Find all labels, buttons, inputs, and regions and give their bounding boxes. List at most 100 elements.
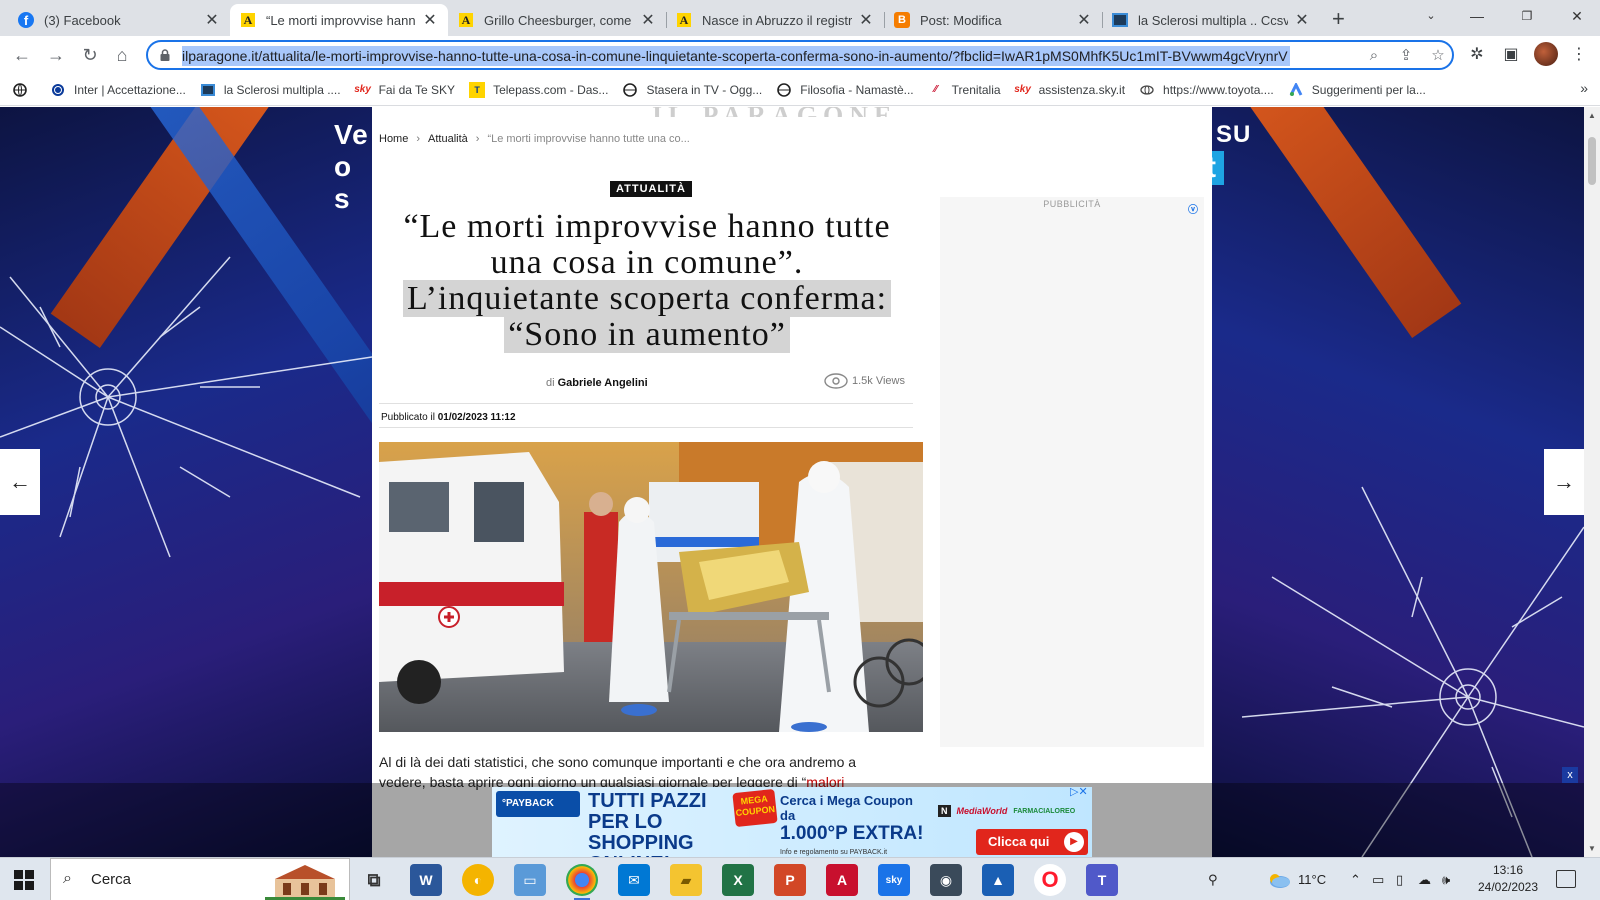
tab-post-modifica[interactable]: B Post: Modifica ✕ <box>884 4 1103 36</box>
teams-icon[interactable]: T <box>1086 864 1118 896</box>
photos-icon[interactable]: ◐ <box>462 864 494 896</box>
lock-icon[interactable] <box>158 48 172 62</box>
tab-le-morti-improvvise[interactable]: A “Le morti improvvise hanno ✕ <box>230 4 448 36</box>
forward-icon[interactable]: → <box>44 44 68 68</box>
breadcrumb-section[interactable]: Attualità <box>428 133 468 145</box>
bookmark-star-icon[interactable]: ☆ <box>1428 46 1448 66</box>
ilparagone-icon: A <box>458 12 474 28</box>
bookmark-suggerimenti[interactable]: Suggerimenti per la... <box>1288 82 1426 98</box>
close-icon[interactable]: ✕ <box>640 10 656 30</box>
acrobat-icon[interactable]: A <box>826 864 858 896</box>
url-text[interactable]: ilparagone.it/attualita/le-morti-improvv… <box>182 46 1290 66</box>
tab-search-chevron-icon[interactable]: ⌄ <box>1408 0 1454 32</box>
home-icon[interactable]: ⌂ <box>110 44 134 68</box>
people-icon[interactable]: ⚲ <box>1208 858 1218 900</box>
author-name[interactable]: Gabriele Angelini <box>558 377 648 389</box>
battery-icon[interactable]: ▭ <box>1372 858 1384 900</box>
show-hidden-icons-icon[interactable]: ⌃ <box>1350 858 1361 900</box>
network-icon[interactable]: ☁ <box>1418 858 1431 900</box>
close-icon[interactable]: ✕ <box>858 10 874 30</box>
close-ad-button[interactable]: x <box>1562 767 1578 783</box>
ad-choices-icon[interactable]: ⓥ <box>1188 201 1198 216</box>
volume-icon[interactable]: 🕪 <box>1442 858 1450 900</box>
opera-icon[interactable]: O <box>1034 864 1066 896</box>
back-icon[interactable]: ← <box>10 44 34 68</box>
more-bookmarks-icon[interactable]: » <box>1580 80 1588 96</box>
windows-start-icon[interactable] <box>14 870 34 890</box>
camera-icon[interactable]: ◉ <box>930 864 962 896</box>
system-clock[interactable]: 13:16 24/02/2023 <box>1470 862 1546 896</box>
word-icon[interactable]: W <box>410 864 442 896</box>
avatar[interactable] <box>1534 42 1558 66</box>
site-logo[interactable]: IL PARAGONE <box>652 107 912 117</box>
task-view-icon[interactable]: ⧉ <box>358 864 390 896</box>
prev-article-arrow-icon[interactable]: ← <box>0 449 40 515</box>
tab-sclerosi-multipla[interactable]: la Sclerosi multipla .. Ccsvi ✕ <box>1102 4 1320 36</box>
tab-nasce-in-abruzzo[interactable]: A Nasce in Abruzzo il registro ✕ <box>666 4 885 36</box>
new-tab-button[interactable]: + <box>1332 6 1345 32</box>
excel-icon[interactable]: X <box>722 864 754 896</box>
scrollbar-thumb[interactable] <box>1588 137 1596 185</box>
sidebar-ad[interactable]: PUBBLICITÀ ⓥ <box>940 197 1204 747</box>
taskbar-search[interactable]: ⌕ Cerca <box>50 858 350 900</box>
restore-button[interactable]: ❐ <box>1504 0 1550 32</box>
bookmark-label: assistenza.sky.it <box>1038 82 1126 97</box>
devices-icon[interactable]: ▯ <box>1396 858 1403 900</box>
page-scrollbar[interactable]: ▲ ▼ <box>1584 107 1600 857</box>
scroll-down-icon[interactable]: ▼ <box>1584 844 1600 853</box>
close-icon[interactable]: ✕ <box>1294 10 1310 30</box>
ad-fineprint: Info e regolamento su PAYBACK.it <box>780 849 888 856</box>
search-icon: ⌕ <box>63 870 72 887</box>
bookmark-globe[interactable] <box>12 82 36 98</box>
close-icon[interactable]: ✕ <box>422 10 438 30</box>
extensions-icon[interactable]: ✲ <box>1466 44 1488 66</box>
background-ad-right[interactable]: U SU t <box>1212 107 1584 857</box>
background-ad-left[interactable]: Ve o s <box>0 107 372 857</box>
bookmark-fai-da-te-sky[interactable]: sky Fai da Te SKY <box>354 82 455 98</box>
close-window-button[interactable]: ✕ <box>1554 0 1600 32</box>
breadcrumb-home[interactable]: Home <box>379 133 408 145</box>
computer-icon[interactable]: ▭ <box>514 864 546 896</box>
scroll-up-icon[interactable]: ▲ <box>1584 111 1600 120</box>
menu-kebab-icon[interactable]: ⋮ <box>1568 44 1590 66</box>
tab-facebook[interactable]: f (3) Facebook ✕ <box>8 4 231 36</box>
ad-cta-button[interactable]: Clicca qui ▶ <box>976 829 1088 855</box>
sky-go-icon[interactable]: sky <box>878 864 910 896</box>
bookmark-telepass[interactable]: T Telepass.com - Das... <box>469 81 608 98</box>
tab-grillo-cheesburger[interactable]: A Grillo Cheesburger, come ri ✕ <box>448 4 667 36</box>
mail-icon[interactable]: ✉ <box>618 864 650 896</box>
bookmark-sclerosi[interactable]: la Sclerosi multipla .... <box>200 82 341 98</box>
tab-title: (3) Facebook <box>44 12 121 28</box>
bookmark-filosofia[interactable]: Filosofia - Namastè... <box>776 82 914 98</box>
bookmark-inter[interactable]: Inter | Accettazione... <box>50 82 186 98</box>
close-icon[interactable]: ✕ <box>1076 10 1092 30</box>
mega-coupon-badge: MEGA COUPON <box>732 788 778 828</box>
address-bar[interactable]: ilparagone.it/attualita/le-morti-improvv… <box>146 40 1454 70</box>
file-explorer-icon[interactable]: ▰ <box>670 864 702 896</box>
close-icon[interactable]: ✕ <box>204 10 220 30</box>
zoom-icon[interactable]: ⌕ <box>1364 46 1384 66</box>
bookmark-toyota[interactable]: https://www.toyota.... <box>1139 82 1274 98</box>
trenitalia-icon: ⁄⁄ <box>933 84 938 95</box>
scanner-icon[interactable]: ▲ <box>982 864 1014 896</box>
tab-strip: f (3) Facebook ✕ A “Le morti improvvise … <box>0 0 1600 36</box>
ad-choices-close-icon[interactable]: ▷✕ <box>1070 785 1088 798</box>
bookmark-stasera-in-tv[interactable]: Stasera in TV - Ogg... <box>622 82 762 98</box>
bookmark-label: Stasera in TV - Ogg... <box>646 82 763 97</box>
bookmark-label: https://www.toyota.... <box>1163 82 1274 97</box>
chrome-icon[interactable] <box>566 864 598 900</box>
side-panel-icon[interactable]: ▣ <box>1500 44 1522 66</box>
views-label: 1.5k Views <box>852 375 905 387</box>
toyota-icon <box>1139 82 1155 98</box>
category-badge[interactable]: ATTUALITÀ <box>610 181 692 197</box>
weather-widget[interactable]: 11°C <box>1266 858 1326 900</box>
reload-icon[interactable]: ↻ <box>78 44 102 68</box>
next-article-arrow-icon[interactable]: → <box>1544 449 1584 515</box>
share-icon[interactable]: ⇪ <box>1396 46 1416 66</box>
bottom-banner-ad[interactable]: °PAYBACK TUTTI PAZZI PER LO SHOPPING ONL… <box>492 787 1092 857</box>
minimize-button[interactable]: — <box>1454 0 1500 32</box>
notifications-icon[interactable] <box>1556 870 1576 888</box>
bookmark-trenitalia[interactable]: ⁄⁄ Trenitalia <box>928 82 1001 98</box>
powerpoint-icon[interactable]: P <box>774 864 806 896</box>
bookmark-assistenza-sky[interactable]: sky assistenza.sky.it <box>1014 82 1126 98</box>
